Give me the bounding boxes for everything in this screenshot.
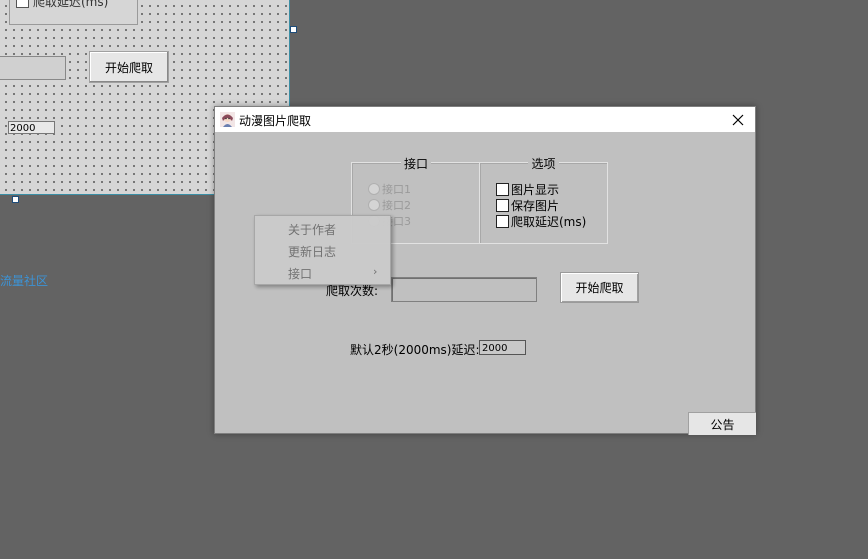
delay-label: 默认2秒(2000ms)延迟: [350,343,480,357]
options-group-title: 选项 [528,157,559,171]
close-button[interactable] [721,107,755,132]
checkbox-show-image[interactable]: 图片显示 [496,181,559,198]
radio-interface-2[interactable]: 接口2 [368,197,411,213]
submenu-arrow-icon: › [373,265,378,278]
close-icon [732,114,744,125]
delay-input[interactable]: 2000 [479,340,526,355]
menu-item-interface[interactable]: 接口 [288,265,312,282]
radio-interface-2-label: 接口2 [382,199,411,212]
background-community-link[interactable]: 流量社区 [0,272,48,289]
radio-circle[interactable] [368,199,380,211]
title-bar[interactable]: 动漫图片爬取 [215,107,755,132]
window-title: 动漫图片爬取 [239,114,312,128]
checkbox-crawl-delay[interactable]: 爬取延迟(ms) [496,213,586,230]
checkbox-box[interactable] [496,215,509,228]
radio-interface-1-label: 接口1 [382,183,411,196]
app-icon [220,112,235,127]
crawl-count-input[interactable] [391,277,537,302]
checkbox-save-image[interactable]: 保存图片 [496,197,559,214]
designer-delay-checkbox-label: 爬取延迟(ms) [33,0,109,9]
designer-crawl-count-input[interactable] [0,56,66,80]
designer-start-button[interactable]: 开始爬取 [89,51,169,83]
interface-group-title: 接口 [400,157,431,171]
resize-handle-bottom[interactable] [12,196,19,203]
radio-interface-1[interactable]: 接口1 [368,181,411,197]
checkbox-box[interactable] [16,0,29,8]
menu-item-about-author[interactable]: 关于作者 [288,221,336,238]
designer-delay-input[interactable]: 2000 [8,121,55,134]
menu-item-update-log[interactable]: 更新日志 [288,243,336,260]
radio-circle[interactable] [368,183,380,195]
context-menu: 关于作者 更新日志 接口 › [254,215,391,285]
designer-delay-checkbox[interactable]: 爬取延迟(ms) [16,0,109,9]
checkbox-save-image-label: 保存图片 [511,199,560,213]
notice-button[interactable]: 公告 [688,412,756,435]
checkbox-crawl-delay-label: 爬取延迟(ms) [511,215,587,229]
checkbox-box[interactable] [496,183,509,196]
start-crawl-button[interactable]: 开始爬取 [560,272,639,303]
checkbox-show-image-label: 图片显示 [511,183,560,197]
resize-handle-right[interactable] [290,26,297,33]
checkbox-box[interactable] [496,199,509,212]
